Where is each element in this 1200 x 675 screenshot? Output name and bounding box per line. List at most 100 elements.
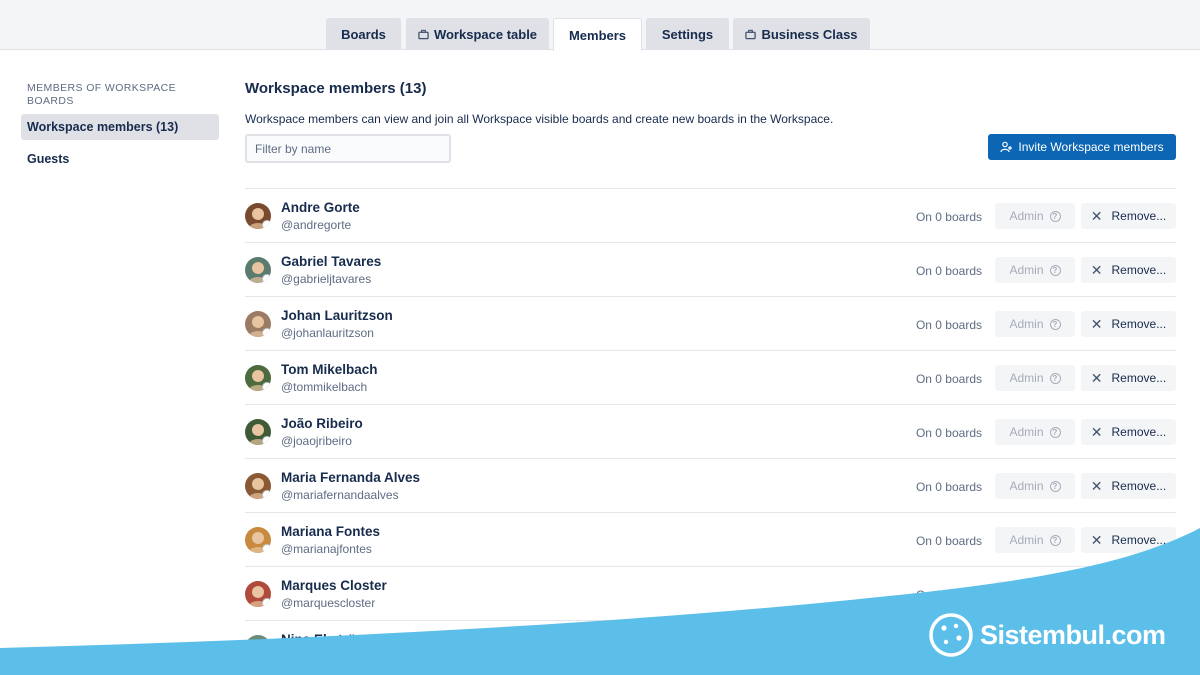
invite-members-button[interactable]: Invite Workspace members [988,134,1176,160]
remove-button[interactable]: ✕ Remove... [1081,581,1176,607]
admin-label: Admin [1009,533,1044,547]
member-name: Tom Mikelbach [281,362,378,377]
remove-button[interactable]: ✕ Remove... [1081,311,1176,337]
close-icon: ✕ [1090,478,1103,494]
boards-count[interactable]: On 0 boards [916,372,982,386]
sidebar-item-label: Guests [27,152,70,166]
avatar[interactable] [245,473,271,499]
sidebar-heading: MEMBERS OF WORKSPACE BOARDS [27,82,176,107]
avatar[interactable] [245,203,271,229]
member-name: Andre Gorte [281,200,360,215]
member-username: @gabrieljtavares [281,272,372,286]
admin-label: Admin [1009,209,1044,223]
remove-button[interactable]: ✕ Remove... [1081,419,1176,445]
boards-count[interactable]: On 0 boards [916,480,982,494]
avatar[interactable] [245,419,271,445]
remove-label: Remove... [1111,209,1167,223]
remove-label: Remove... [1111,533,1167,547]
admin-button: Admin ? [995,203,1075,229]
tab-label: Business Class [761,26,858,42]
help-icon[interactable]: ? [1049,642,1061,654]
boards-count[interactable]: On 0 boards [916,210,982,224]
admin-label: Admin [1009,263,1044,277]
member-username: @mariafernandaalves [281,488,399,502]
boards-count[interactable]: On 0 boards [916,426,982,440]
member-name: Maria Fernanda Alves [281,470,421,485]
help-icon[interactable]: ? [1049,480,1061,492]
close-icon: ✕ [1090,316,1103,332]
close-icon: ✕ [1090,586,1103,602]
help-icon[interactable]: ? [1049,318,1061,330]
close-icon: ✕ [1090,208,1103,224]
tab-workspace-table[interactable]: Workspace table [406,18,549,50]
remove-label: Remove... [1111,317,1167,331]
avatar[interactable] [245,635,271,661]
member-type-badge-icon [262,382,271,391]
member-type-badge-icon [262,274,271,283]
help-icon[interactable]: ? [1049,210,1061,222]
admin-button: Admin ? [995,419,1075,445]
avatar[interactable] [245,365,271,391]
remove-button[interactable]: ✕ Remove... [1081,365,1176,391]
admin-button: Admin ? [995,527,1075,553]
briefcase-icon [745,29,757,39]
tab-bar: Boards Workspace table Members Settings … [0,0,1200,51]
avatar[interactable] [245,257,271,283]
sidebar: MEMBERS OF WORKSPACE BOARDS Workspace me… [21,82,219,172]
add-user-icon [1000,141,1013,153]
avatar[interactable] [245,581,271,607]
boards-count[interactable]: On 0 boards [916,642,982,656]
remove-button[interactable]: ✕ Remove... [1081,257,1176,283]
filter-input[interactable] [245,134,451,163]
member-name: Mariana Fontes [281,524,381,539]
remove-label: Remove... [1111,641,1167,655]
help-icon[interactable]: ? [1049,588,1061,600]
member-row: Marques Closter @marquescloster On 0 boa… [245,566,1176,620]
member-type-badge-icon [262,598,271,607]
sidebar-item-label: Workspace members (13) [27,120,179,134]
help-icon[interactable]: ? [1049,372,1061,384]
help-icon[interactable]: ? [1049,264,1061,276]
tab-boards[interactable]: Boards [326,18,401,50]
admin-label: Admin [1009,425,1044,439]
member-username: @ninaekstrom [281,650,359,664]
member-username: @johanlauritzson [281,326,374,340]
boards-count[interactable]: On 0 boards [916,534,982,548]
admin-button: Admin ? [995,581,1075,607]
member-type-badge-icon [262,328,271,337]
sidebar-item-workspace-members[interactable]: Workspace members (13) [21,114,219,140]
member-row: Tom Mikelbach @tommikelbach On 0 boards … [245,350,1176,404]
admin-label: Admin [1009,371,1044,385]
boards-count[interactable]: On 0 boards [916,588,982,602]
tab-settings[interactable]: Settings [646,18,729,50]
tab-business-class[interactable]: Business Class [733,18,870,50]
member-name: João Ribeiro [281,416,363,431]
help-icon[interactable]: ? [1049,426,1061,438]
remove-label: Remove... [1111,587,1167,601]
sidebar-item-guests[interactable]: Guests [21,146,219,172]
admin-label: Admin [1009,479,1044,493]
remove-label: Remove... [1111,263,1167,277]
boards-count[interactable]: On 0 boards [916,318,982,332]
tab-members[interactable]: Members [553,18,642,51]
boards-count[interactable]: On 0 boards [916,264,982,278]
admin-label: Admin [1009,317,1044,331]
avatar[interactable] [245,527,271,553]
tab-label: Boards [341,26,386,42]
member-type-badge-icon [262,652,271,661]
remove-button[interactable]: ✕ Remove... [1081,473,1176,499]
briefcase-icon [418,29,429,39]
remove-button[interactable]: ✕ Remove... [1081,527,1176,553]
admin-label: Admin [1009,641,1044,655]
avatar[interactable] [245,311,271,337]
admin-label: Admin [1009,587,1044,601]
remove-label: Remove... [1111,479,1167,493]
remove-label: Remove... [1111,371,1167,385]
member-row: Mariana Fontes @marianajfontes On 0 boar… [245,512,1176,566]
member-type-badge-icon [262,544,271,553]
remove-button[interactable]: ✕ Remove... [1081,203,1176,229]
help-icon[interactable]: ? [1049,534,1061,546]
tab-label: Members [568,27,627,43]
remove-button[interactable]: ✕ Remove... [1081,635,1176,661]
member-type-badge-icon [262,220,271,229]
